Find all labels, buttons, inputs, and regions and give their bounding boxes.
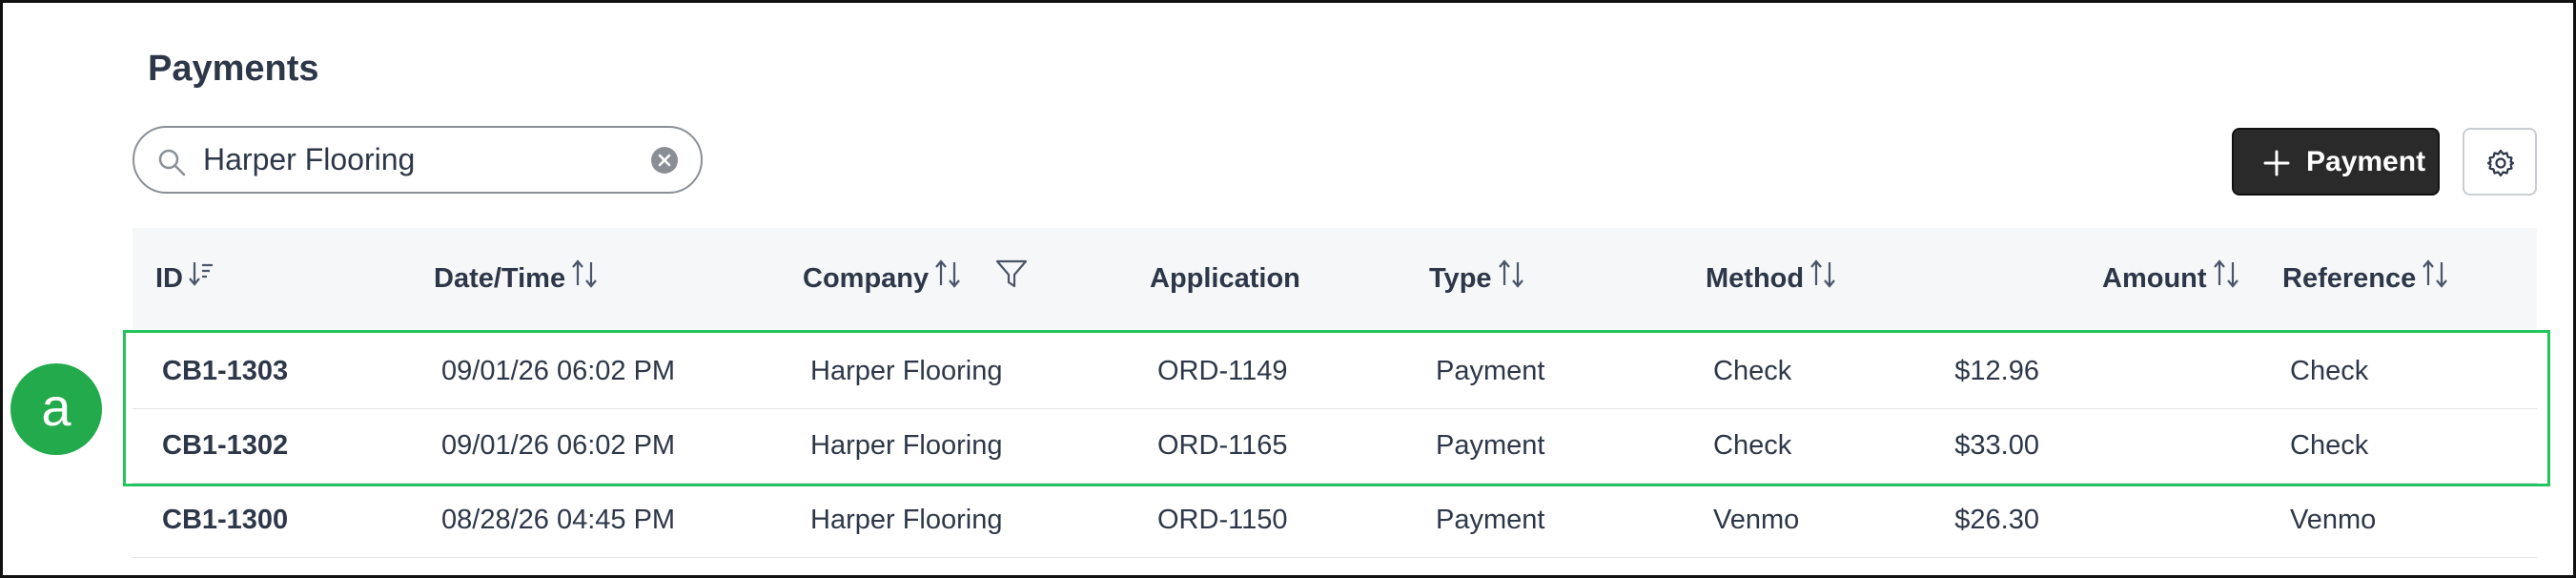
sort-icon[interactable] — [1809, 258, 1836, 289]
cell-company: Harper Flooring — [810, 505, 1003, 535]
cell-datetime: 08/28/26 04:45 PM — [441, 505, 676, 535]
column-header-amount[interactable]: Amount — [2102, 228, 2239, 329]
cell-type: Payment — [1436, 505, 1545, 535]
cell-application[interactable]: ORD-1150 — [1157, 483, 1287, 557]
sort-icon[interactable] — [2422, 258, 2448, 289]
column-header-method[interactable]: Method — [1706, 228, 1836, 329]
settings-button[interactable] — [2463, 128, 2537, 196]
gear-icon — [2486, 149, 2515, 177]
column-header-datetime[interactable]: Date/Time — [434, 228, 598, 329]
annotation-badge: a — [10, 363, 102, 455]
sort-icon[interactable] — [2213, 258, 2239, 289]
table-header: ID Date/Time Company Application Type Me… — [133, 228, 2537, 329]
column-header-company[interactable]: Company — [803, 228, 1028, 329]
cell-reference: Venmo — [2290, 505, 2377, 535]
column-header-type[interactable]: Type — [1429, 228, 1524, 329]
column-header-id[interactable]: ID — [155, 228, 214, 329]
app-frame: Payments Harper Flooring Payment ID Date… — [0, 0, 2576, 578]
clear-icon[interactable] — [651, 147, 678, 174]
cell-method: Venmo — [1713, 505, 1800, 535]
cell-id: CB1-1300 — [162, 505, 289, 535]
column-header-reference[interactable]: Reference — [2282, 228, 2448, 329]
plus-icon — [2263, 150, 2290, 176]
add-payment-label: Payment — [2306, 146, 2426, 177]
add-payment-button[interactable]: Payment — [2232, 128, 2440, 196]
search-input[interactable]: Harper Flooring — [203, 128, 634, 192]
cell-amount: $26.30 — [1954, 505, 2039, 535]
sort-icon[interactable] — [571, 258, 598, 289]
sort-icon[interactable] — [934, 258, 961, 289]
table-row[interactable]: CB1-1300 08/28/26 04:45 PM Harper Floori… — [133, 483, 2537, 558]
search-icon — [158, 149, 186, 176]
sort-desc-icon[interactable] — [189, 259, 214, 288]
page-title: Payments — [148, 49, 319, 89]
column-header-application: Application — [1150, 263, 1300, 294]
search-box[interactable]: Harper Flooring — [133, 126, 703, 194]
sort-icon[interactable] — [1498, 258, 1524, 289]
selection-highlight — [123, 330, 2550, 486]
filter-icon[interactable] — [995, 258, 1028, 289]
